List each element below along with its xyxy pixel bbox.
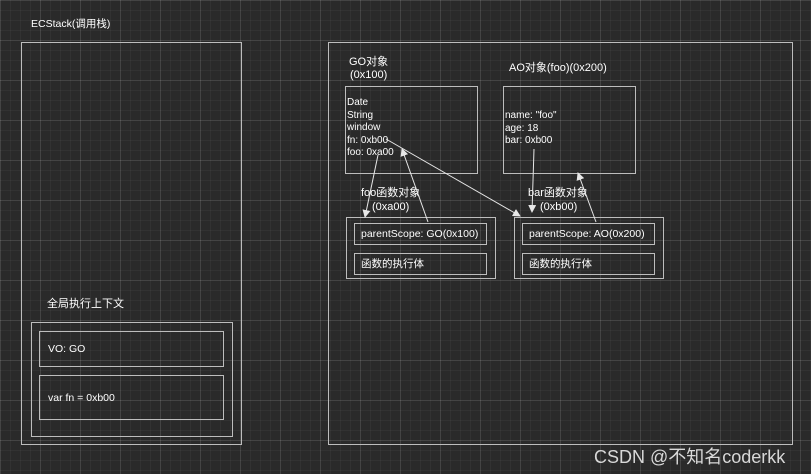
ao-title: AO对象(foo)(0x200) (509, 62, 607, 74)
var-fn-cell: var fn = 0xb00 (39, 375, 224, 420)
bar-fn-body: 函数的执行体 (522, 253, 655, 275)
csdn-watermark: CSDN @不知名coderkk (594, 447, 786, 467)
ao-prop: name: "foo" (505, 110, 557, 121)
go-object-box: Date String window fn: 0xb00 foo: 0xa00 (345, 86, 478, 174)
go-prop: foo: 0xa00 (347, 147, 394, 158)
go-prop: window (347, 122, 381, 133)
vo-cell: VO: GO (39, 331, 224, 367)
go-prop: String (347, 109, 374, 121)
go-title: GO对象 (349, 56, 389, 68)
foo-fn-address: (0xa00) (372, 201, 410, 213)
ao-prop: bar: 0xb00 (505, 135, 553, 146)
global-context-label: 全局执行上下文 (47, 298, 124, 310)
bar-fn-address: (0xb00) (540, 201, 578, 213)
bar-parent-scope: parentScope: AO(0x200) (522, 223, 655, 245)
ao-spacer (505, 97, 635, 110)
foo-parent-scope: parentScope: GO(0x100) (354, 223, 487, 245)
ao-prop: age: 18 (505, 122, 539, 134)
bar-fn-title: bar函数对象 (528, 187, 588, 199)
go-address: (0x100) (350, 69, 388, 81)
foo-fn-title: foo函数对象 (361, 187, 421, 199)
go-prop: fn: 0xb00 (347, 134, 389, 146)
ao-object-box: name: "foo" age: 18 bar: 0xb00 (503, 86, 636, 174)
ecstack-title: ECStack(调用栈) (31, 18, 111, 30)
go-prop: Date (347, 97, 369, 108)
foo-fn-body: 函数的执行体 (354, 253, 487, 275)
